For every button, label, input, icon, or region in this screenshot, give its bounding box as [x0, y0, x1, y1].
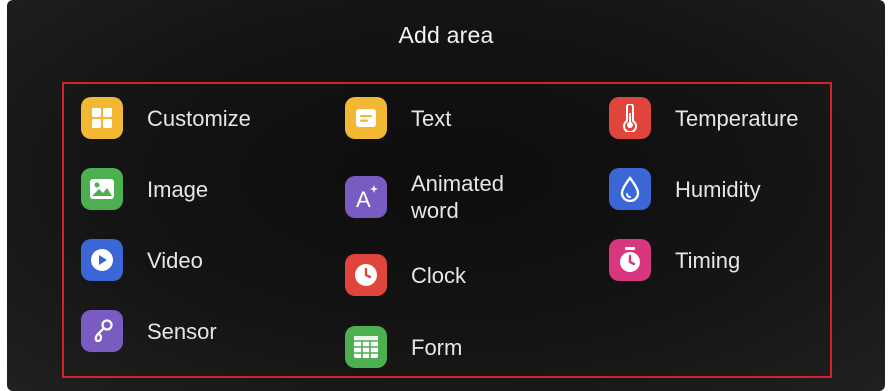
- image-icon: [81, 168, 123, 210]
- text-option[interactable]: Text: [345, 97, 451, 139]
- grid-icon: [81, 97, 123, 139]
- form-label: Form: [411, 334, 463, 360]
- animated-word-label: Animated word: [411, 171, 504, 223]
- thermometer-icon: [609, 97, 651, 139]
- water-drop-icon: [609, 168, 651, 210]
- sensor-label: Sensor: [147, 318, 217, 344]
- customize-option[interactable]: Customize: [81, 97, 251, 139]
- animated-letter-icon: A: [345, 176, 387, 218]
- text-icon: [345, 97, 387, 139]
- clock-icon: [345, 254, 387, 296]
- play-icon: [81, 239, 123, 281]
- image-option[interactable]: Image: [81, 168, 208, 210]
- table-icon: [345, 326, 387, 368]
- form-option[interactable]: Form: [345, 326, 462, 368]
- timing-label: Timing: [675, 247, 741, 273]
- stopwatch-icon: [609, 239, 651, 281]
- video-label: Video: [147, 247, 203, 273]
- clock-option[interactable]: Clock: [345, 254, 466, 296]
- image-label: Image: [147, 176, 209, 202]
- add-area-dialog: Add area Customize Image Video Sensor Te…: [7, 0, 885, 391]
- timing-option[interactable]: Timing: [609, 239, 740, 281]
- humidity-option[interactable]: Humidity: [609, 168, 761, 210]
- sensor-option[interactable]: Sensor: [81, 310, 217, 352]
- svg-text:A: A: [356, 187, 371, 211]
- humidity-label: Humidity: [675, 176, 761, 202]
- text-label: Text: [411, 105, 452, 131]
- customize-label: Customize: [147, 105, 251, 131]
- temperature-option[interactable]: Temperature: [609, 97, 799, 139]
- animated-word-option[interactable]: A Animated word: [345, 170, 504, 224]
- dialog-title: Add area: [398, 22, 494, 48]
- clock-label: Clock: [411, 262, 467, 288]
- temperature-label: Temperature: [675, 105, 799, 131]
- sensor-probe-icon: [81, 310, 123, 352]
- video-option[interactable]: Video: [81, 239, 203, 281]
